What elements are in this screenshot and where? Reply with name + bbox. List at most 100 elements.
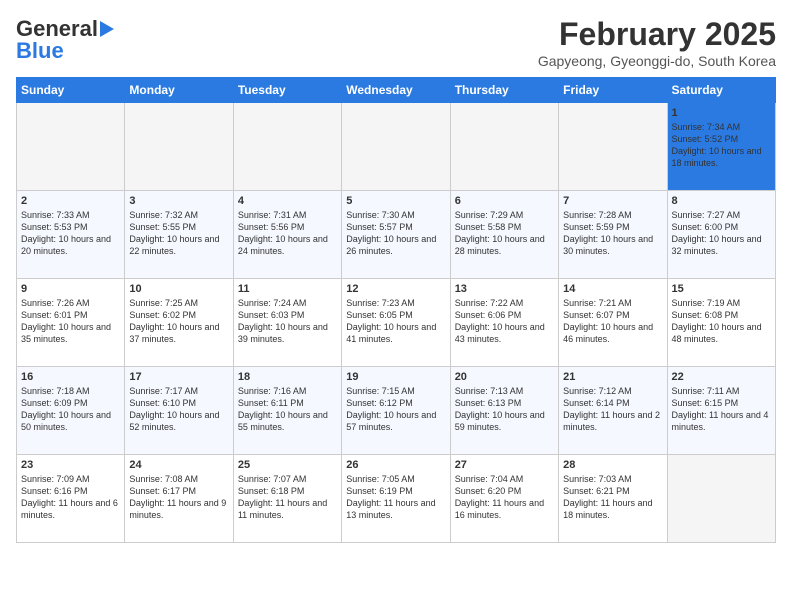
day-number: 4 [238,195,337,207]
day-number: 27 [455,459,554,471]
day-info: Sunrise: 7:31 AM Sunset: 5:56 PM Dayligh… [238,209,337,258]
day-info: Sunrise: 7:08 AM Sunset: 6:17 PM Dayligh… [129,473,228,522]
day-number: 20 [455,371,554,383]
col-header-monday: Monday [125,78,233,103]
calendar-cell: 9 Sunrise: 7:26 AM Sunset: 6:01 PM Daylig… [17,279,125,367]
calendar-cell: 6 Sunrise: 7:29 AM Sunset: 5:58 PM Daylig… [450,191,558,279]
day-number: 7 [563,195,662,207]
calendar-header-row: SundayMondayTuesdayWednesdayThursdayFrid… [17,78,776,103]
calendar-cell: 12 Sunrise: 7:23 AM Sunset: 6:05 PM Dayli… [342,279,450,367]
day-number: 16 [21,371,120,383]
day-number: 13 [455,283,554,295]
day-info: Sunrise: 7:11 AM Sunset: 6:15 PM Dayligh… [672,385,771,434]
calendar-cell: 23 Sunrise: 7:09 AM Sunset: 6:16 PM Dayli… [17,455,125,543]
calendar-cell: 4 Sunrise: 7:31 AM Sunset: 5:56 PM Daylig… [233,191,341,279]
calendar-cell [450,103,558,191]
day-info: Sunrise: 7:18 AM Sunset: 6:09 PM Dayligh… [21,385,120,434]
calendar-cell: 18Sunrise: 7:16 AM Sunset: 6:11 PM Dayli… [233,367,341,455]
calendar-table: SundayMondayTuesdayWednesdayThursdayFrid… [16,77,776,543]
day-number: 3 [129,195,228,207]
calendar-cell: 22 Sunrise: 7:11 AM Sunset: 6:15 PM Dayli… [667,367,775,455]
day-info: Sunrise: 7:27 AM Sunset: 6:00 PM Dayligh… [672,209,771,258]
month-title: February 2025 [538,16,776,53]
col-header-friday: Friday [559,78,667,103]
calendar-cell: 26 Sunrise: 7:05 AM Sunset: 6:19 PM Dayli… [342,455,450,543]
location-text: Gapyeong, Gyeonggi-do, South Korea [538,53,776,69]
calendar-cell: 5Sunrise: 7:30 AM Sunset: 5:57 PM Daylig… [342,191,450,279]
day-info: Sunrise: 7:05 AM Sunset: 6:19 PM Dayligh… [346,473,445,522]
day-info: Sunrise: 7:21 AM Sunset: 6:07 PM Dayligh… [563,297,662,346]
day-number: 9 [21,283,120,295]
day-number: 22 [672,371,771,383]
title-block: February 2025 Gapyeong, Gyeonggi-do, Sou… [538,16,776,69]
day-number: 28 [563,459,662,471]
col-header-tuesday: Tuesday [233,78,341,103]
calendar-cell [125,103,233,191]
calendar-cell [17,103,125,191]
calendar-cell: 16 Sunrise: 7:18 AM Sunset: 6:09 PM Dayli… [17,367,125,455]
day-info: Sunrise: 7:22 AM Sunset: 6:06 PM Dayligh… [455,297,554,346]
day-info: Sunrise: 7:23 AM Sunset: 6:05 PM Dayligh… [346,297,445,346]
day-number: 23 [21,459,120,471]
day-info: Sunrise: 7:25 AM Sunset: 6:02 PM Dayligh… [129,297,228,346]
calendar-cell: 27 Sunrise: 7:04 AM Sunset: 6:20 PM Dayli… [450,455,558,543]
day-info: Sunrise: 7:30 AM Sunset: 5:57 PM Dayligh… [346,209,445,258]
day-info: Sunrise: 7:03 AM Sunset: 6:21 PM Dayligh… [563,473,662,522]
day-info: Sunrise: 7:16 AM Sunset: 6:11 PM Dayligh… [238,385,337,434]
logo: General Blue [16,16,114,64]
calendar-week-1: 1 Sunrise: 7:34 AM Sunset: 5:52 PM Daylig… [17,103,776,191]
calendar-cell: 3 Sunrise: 7:32 AM Sunset: 5:55 PM Daylig… [125,191,233,279]
day-info: Sunrise: 7:33 AM Sunset: 5:53 PM Dayligh… [21,209,120,258]
day-number: 12 [346,283,445,295]
col-header-wednesday: Wednesday [342,78,450,103]
calendar-week-3: 9 Sunrise: 7:26 AM Sunset: 6:01 PM Daylig… [17,279,776,367]
calendar-cell: 2 Sunrise: 7:33 AM Sunset: 5:53 PM Daylig… [17,191,125,279]
col-header-saturday: Saturday [667,78,775,103]
day-number: 26 [346,459,445,471]
calendar-cell: 25Sunrise: 7:07 AM Sunset: 6:18 PM Dayli… [233,455,341,543]
day-info: Sunrise: 7:12 AM Sunset: 6:14 PM Dayligh… [563,385,662,434]
page-header: General Blue February 2025 Gapyeong, Gye… [16,16,776,69]
day-info: Sunrise: 7:26 AM Sunset: 6:01 PM Dayligh… [21,297,120,346]
day-number: 8 [672,195,771,207]
calendar-cell: 11Sunrise: 7:24 AM Sunset: 6:03 PM Dayli… [233,279,341,367]
calendar-cell [667,455,775,543]
day-number: 19 [346,371,445,383]
calendar-cell [233,103,341,191]
day-info: Sunrise: 7:04 AM Sunset: 6:20 PM Dayligh… [455,473,554,522]
day-number: 1 [672,107,771,119]
col-header-thursday: Thursday [450,78,558,103]
calendar-cell: 7 Sunrise: 7:28 AM Sunset: 5:59 PM Daylig… [559,191,667,279]
calendar-cell: 8 Sunrise: 7:27 AM Sunset: 6:00 PM Daylig… [667,191,775,279]
day-info: Sunrise: 7:17 AM Sunset: 6:10 PM Dayligh… [129,385,228,434]
calendar-cell: 14 Sunrise: 7:21 AM Sunset: 6:07 PM Dayli… [559,279,667,367]
day-info: Sunrise: 7:34 AM Sunset: 5:52 PM Dayligh… [672,121,771,170]
calendar-cell: 15 Sunrise: 7:19 AM Sunset: 6:08 PM Dayli… [667,279,775,367]
calendar-cell: 17 Sunrise: 7:17 AM Sunset: 6:10 PM Dayli… [125,367,233,455]
calendar-cell: 20 Sunrise: 7:13 AM Sunset: 6:13 PM Dayli… [450,367,558,455]
day-number: 6 [455,195,554,207]
calendar-week-5: 23 Sunrise: 7:09 AM Sunset: 6:16 PM Dayli… [17,455,776,543]
calendar-cell [559,103,667,191]
calendar-week-4: 16 Sunrise: 7:18 AM Sunset: 6:09 PM Dayli… [17,367,776,455]
calendar-cell: 19 Sunrise: 7:15 AM Sunset: 6:12 PM Dayli… [342,367,450,455]
calendar-cell: 24Sunrise: 7:08 AM Sunset: 6:17 PM Dayli… [125,455,233,543]
day-number: 14 [563,283,662,295]
day-info: Sunrise: 7:28 AM Sunset: 5:59 PM Dayligh… [563,209,662,258]
logo-text-blue: Blue [16,38,64,64]
day-number: 2 [21,195,120,207]
logo-arrow-icon [100,21,114,37]
day-number: 15 [672,283,771,295]
day-info: Sunrise: 7:13 AM Sunset: 6:13 PM Dayligh… [455,385,554,434]
day-number: 17 [129,371,228,383]
calendar-cell: 10 Sunrise: 7:25 AM Sunset: 6:02 PM Dayli… [125,279,233,367]
day-number: 25 [238,459,337,471]
day-number: 10 [129,283,228,295]
day-info: Sunrise: 7:15 AM Sunset: 6:12 PM Dayligh… [346,385,445,434]
day-info: Sunrise: 7:19 AM Sunset: 6:08 PM Dayligh… [672,297,771,346]
day-info: Sunrise: 7:32 AM Sunset: 5:55 PM Dayligh… [129,209,228,258]
day-info: Sunrise: 7:09 AM Sunset: 6:16 PM Dayligh… [21,473,120,522]
day-info: Sunrise: 7:29 AM Sunset: 5:58 PM Dayligh… [455,209,554,258]
calendar-cell: 21Sunrise: 7:12 AM Sunset: 6:14 PM Dayli… [559,367,667,455]
col-header-sunday: Sunday [17,78,125,103]
